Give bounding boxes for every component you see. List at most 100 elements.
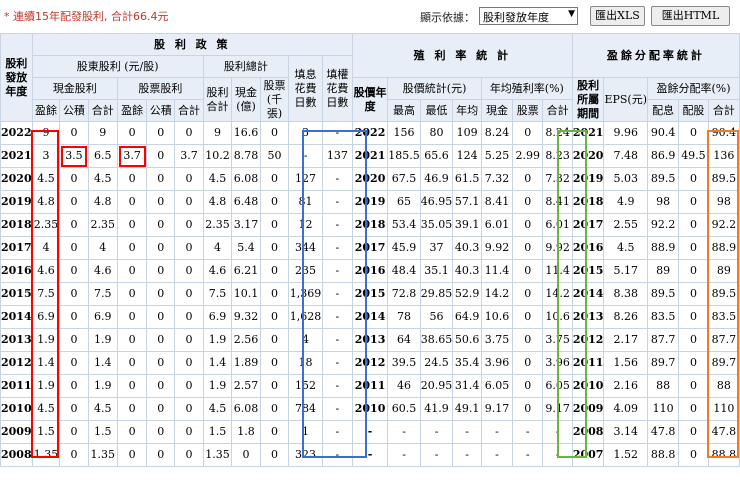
cell-price-avg: 50.6 xyxy=(452,328,482,352)
cell-price-high: 45.9 xyxy=(387,236,421,260)
cell-price-high: 60.5 xyxy=(387,397,421,421)
table-row: 2019 4.8 0 4.8 0 0 0 4.8 6.48 0 81-2019 65 46.95 57.1… xyxy=(0,190,740,214)
cell-div-sum: 1.5 xyxy=(202,420,233,444)
cell-cash-reserve: 3.5 xyxy=(59,144,89,168)
cell-stock-thousand: 0 xyxy=(259,121,290,145)
cell-cash-yi: 6.08 xyxy=(231,397,261,421)
cell-price-high: 65 xyxy=(387,190,421,214)
cell-payout-share: 0 xyxy=(678,420,709,444)
cell-payout-allot: 89.5 xyxy=(647,167,680,191)
cell-price-high: 64 xyxy=(387,328,421,352)
cell-stock-earnings: 0 xyxy=(117,167,148,191)
cell-cash-yi: 6.08 xyxy=(231,167,261,191)
cell-yield-cash: 7.32 xyxy=(480,167,514,191)
cell-price-low: 65.6 xyxy=(419,144,454,168)
table-row: 2015 7.5 0 7.5 0 0 0 7.5 10.1 0 1,369-2015 72.8 29.8… xyxy=(0,282,740,306)
cell-year: 2019 xyxy=(0,190,33,214)
cell-stock-reserve: 0 xyxy=(146,397,176,421)
cell-cash-reserve: 0 xyxy=(59,305,89,329)
cell-cash-reserve: 0 xyxy=(59,167,89,191)
cell-cash-yi: 2.57 xyxy=(231,374,261,398)
cell-payout-share: 0 xyxy=(678,397,709,421)
cell-cash-reserve: 0 xyxy=(59,259,89,283)
cell-eps: 1.52 xyxy=(603,443,649,467)
cell-price-high: 185.5 xyxy=(387,144,421,168)
cell-stock-sum: 0 xyxy=(174,190,204,214)
cell-stock-thousand: 0 xyxy=(259,236,290,260)
cell-eps: 4.09 xyxy=(603,397,649,421)
cell-yield-cash: 14.2 xyxy=(480,282,514,306)
cell-price-avg: 52.9 xyxy=(452,282,482,306)
cell-stock-sum: 0 xyxy=(174,374,204,398)
cell-cash-reserve: 0 xyxy=(59,213,89,237)
cell-stock-thousand: 0 xyxy=(259,374,290,398)
cell-price-avg: 109 xyxy=(452,121,482,145)
cell-payout-share: 0 xyxy=(678,282,709,306)
cell-cash-reserve: 0 xyxy=(59,282,89,306)
export-html-button[interactable]: 匯出HTML xyxy=(651,6,730,26)
cell-price-high: 53.4 xyxy=(387,213,421,237)
cell-year: 2012 xyxy=(0,351,33,375)
cell-stock-sum: 0 xyxy=(174,121,204,145)
cell-price-avg: 35.4 xyxy=(452,351,482,375)
cell-cash-sum: 4.8 xyxy=(87,190,119,214)
cell-cash-yi: 8.78 xyxy=(231,144,261,168)
cell-stock-reserve: 0 xyxy=(146,213,176,237)
header-cash-yi: 現金(億) xyxy=(231,77,261,122)
sort-select[interactable]: 股利發放年度 ▼ xyxy=(479,7,578,25)
cell-price-low: - xyxy=(419,443,454,467)
cell-year: 2018 xyxy=(0,213,33,237)
dividend-streak-note: * 連續15年配發股利, 合計66.4元 xyxy=(4,10,169,23)
table-header: 股利發放年度 股 利 政 策 殖 利 率 統 計 盈餘分配率統計 股東股利 (元… xyxy=(0,33,740,122)
cell-cash-sum: 1.35 xyxy=(87,443,119,467)
cell-stock-earnings: 0 xyxy=(117,443,148,467)
cell-stock-reserve: 0 xyxy=(146,420,176,444)
cell-div-sum: 6.9 xyxy=(202,305,233,329)
cell-stock-reserve: 0 xyxy=(146,259,176,283)
cell-year: 2008 xyxy=(0,443,33,467)
cell-div-sum: 1.4 xyxy=(202,351,233,375)
table-row: 2017 4 0 4 0 0 0 4 5.4 0 344-2017 45.9 37 40.3 9.92 0 9.… xyxy=(0,236,740,260)
export-xls-button[interactable]: 匯出XLS xyxy=(590,6,645,26)
header-stock-dividend: 股票股利 xyxy=(117,77,204,100)
header-fill-right-days: 填權花費日數 xyxy=(321,55,353,122)
cell-eps: 7.48 xyxy=(603,144,649,168)
cell-price-low: 35.1 xyxy=(419,259,454,283)
cell-eps: 3.14 xyxy=(603,420,649,444)
cell-stock-sum: 0 xyxy=(174,328,204,352)
header-payout-allot: 配息 xyxy=(647,99,680,122)
cell-stock-thousand: 0 xyxy=(259,305,290,329)
cell-stock-sum: 0 xyxy=(174,213,204,237)
cell-price-high: - xyxy=(387,443,421,467)
cell-eps: 9.96 xyxy=(603,121,649,145)
cell-cash-yi: 10.1 xyxy=(231,282,261,306)
cell-price-high: 156 xyxy=(387,121,421,145)
cell-cash-sum: 1.9 xyxy=(87,374,119,398)
cell-div-sum: 2.35 xyxy=(202,213,233,237)
table-row: 2014 6.9 0 6.9 0 0 0 6.9 9.32 0 1,628-2014 78 56 64.9… xyxy=(0,305,740,329)
cell-stock-earnings: 0 xyxy=(117,236,148,260)
cell-year: 2010 xyxy=(0,397,33,421)
cell-yield-stock: 0 xyxy=(512,397,544,421)
cell-stock-sum: 0 xyxy=(174,236,204,260)
cell-payout-share: 0 xyxy=(678,443,709,467)
header-price-stats: 股價統計(元) xyxy=(387,77,482,100)
cell-yield-cash: 10.6 xyxy=(480,305,514,329)
cell-stock-reserve: 0 xyxy=(146,305,176,329)
header-yield-stats: 殖 利 率 統 計 xyxy=(351,33,573,78)
cell-stock-earnings: 0 xyxy=(117,397,148,421)
cell-yield-cash: 3.96 xyxy=(480,351,514,375)
cell-cash-yi: 6.48 xyxy=(231,190,261,214)
cell-eps: 2.17 xyxy=(603,328,649,352)
cell-price-low: - xyxy=(419,420,454,444)
cell-year: 2017 xyxy=(0,236,33,260)
cell-stock-thousand: 0 xyxy=(259,282,290,306)
cell-price-avg: 57.1 xyxy=(452,190,482,214)
cell-price-avg: - xyxy=(452,443,482,467)
cell-year: 2009 xyxy=(0,420,33,444)
cell-eps: 2.16 xyxy=(603,374,649,398)
cell-payout-share: 0 xyxy=(678,374,709,398)
cell-stock-thousand: 0 xyxy=(259,167,290,191)
cell-price-avg: 124 xyxy=(452,144,482,168)
cell-stock-earnings: 3.7 xyxy=(117,144,148,168)
